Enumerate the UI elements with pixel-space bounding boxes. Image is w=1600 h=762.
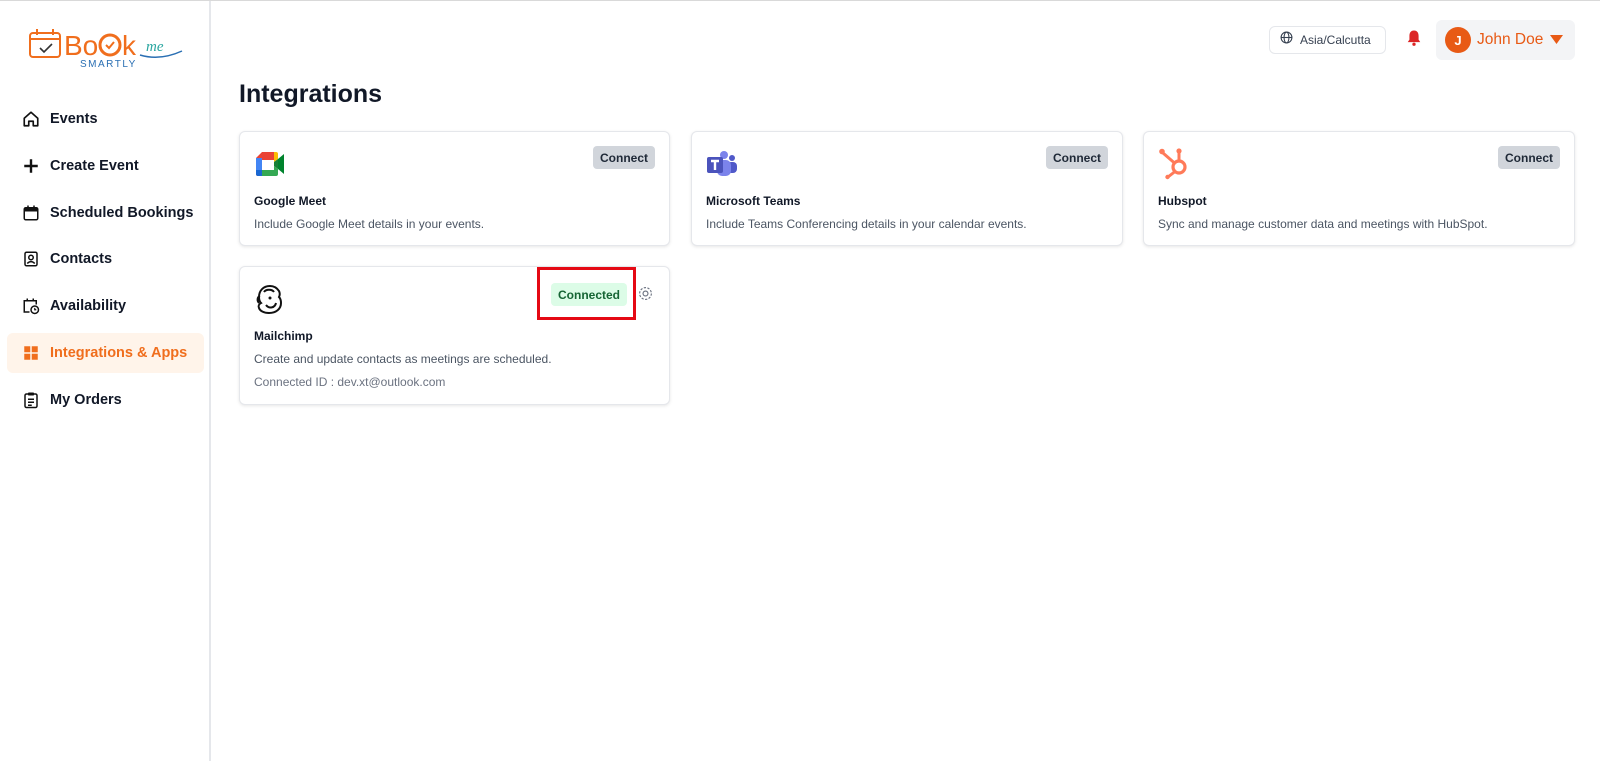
globe-icon (1280, 31, 1293, 49)
highlight-annotation (537, 267, 636, 320)
hubspot-icon (1158, 146, 1192, 180)
mailchimp-icon (254, 281, 288, 315)
sidebar-item-integrations-apps[interactable]: Integrations & Apps (7, 332, 204, 373)
sidebar-item-label: Events (50, 111, 98, 127)
google-meet-icon (254, 146, 288, 180)
sidebar-nav: Events Create Event Scheduled Bookings C… (7, 99, 204, 427)
sidebar-item-contacts[interactable]: Contacts (7, 239, 204, 279)
integration-description: Include Teams Conferencing details in yo… (706, 217, 1027, 231)
home-icon (21, 109, 41, 129)
integration-card-hubspot: Connect Hubspot Sync and manage customer… (1143, 131, 1575, 246)
sidebar-item-label: Availability (50, 298, 127, 315)
sidebar: Bo k me SMARTLY Events Create Event Sche… (0, 1, 211, 761)
sidebar-item-create-event[interactable]: Create Event (7, 146, 204, 186)
integration-description: Sync and manage customer data and meetin… (1158, 217, 1488, 231)
integration-description: Include Google Meet details in your even… (254, 217, 485, 231)
sidebar-item-label: Integrations & Apps (50, 344, 188, 361)
page-title: Integrations (239, 80, 383, 108)
notification-bell-icon[interactable] (1404, 28, 1424, 48)
integration-description: Create and update contacts as meetings a… (254, 352, 552, 366)
svg-text:k: k (122, 30, 137, 61)
user-menu-button[interactable]: J John Doe (1436, 20, 1575, 60)
microsoft-teams-icon (706, 146, 740, 180)
calendar-icon (21, 203, 41, 223)
contact-card-icon (21, 249, 41, 269)
sidebar-item-availability[interactable]: Availability (7, 286, 204, 326)
clipboard-icon (21, 390, 41, 410)
svg-text:me: me (146, 39, 164, 55)
avatar: J (1445, 27, 1471, 53)
sidebar-item-label: Contacts (50, 251, 113, 268)
integration-name: Microsoft Teams (706, 194, 801, 208)
sidebar-item-label: My Orders (50, 391, 122, 408)
svg-text:Bo: Bo (64, 30, 98, 61)
sidebar-item-my-orders[interactable]: My Orders (7, 380, 204, 420)
timezone-selector[interactable]: Asia/Calcutta (1269, 26, 1386, 54)
bookme-smartly-logo[interactable]: Bo k me SMARTLY (28, 25, 188, 73)
integration-name: Hubspot (1158, 194, 1207, 208)
connected-id-text: Connected ID : dev.xt@outlook.com (254, 375, 446, 389)
top-divider (0, 0, 1600, 1)
sidebar-item-label: Scheduled Bookings (50, 204, 194, 221)
connect-button[interactable]: Connect (593, 146, 655, 169)
sidebar-item-events[interactable]: Events (7, 99, 204, 139)
connect-button[interactable]: Connect (1498, 146, 1560, 169)
sidebar-item-scheduled-bookings[interactable]: Scheduled Bookings (7, 193, 204, 233)
integration-card-mailchimp: Connected Mailchimp Create and update co… (239, 266, 670, 405)
sidebar-item-label: Create Event (50, 157, 139, 174)
user-name: John Doe (1477, 31, 1544, 48)
timezone-label: Asia/Calcutta (1300, 33, 1371, 47)
caret-down-icon (1550, 31, 1564, 49)
grid-icon (21, 343, 41, 363)
connect-button[interactable]: Connect (1046, 146, 1108, 169)
plus-icon (21, 156, 41, 176)
integration-name: Mailchimp (254, 329, 313, 343)
integration-card-microsoft-teams: Connect Microsoft Teams Include Teams Co… (691, 131, 1123, 246)
svg-text:SMARTLY: SMARTLY (80, 59, 137, 70)
integration-card-google-meet: Connect Google Meet Include Google Meet … (239, 131, 670, 246)
calendar-clock-icon (21, 296, 41, 316)
gear-icon[interactable] (637, 285, 654, 302)
integration-name: Google Meet (254, 194, 327, 208)
